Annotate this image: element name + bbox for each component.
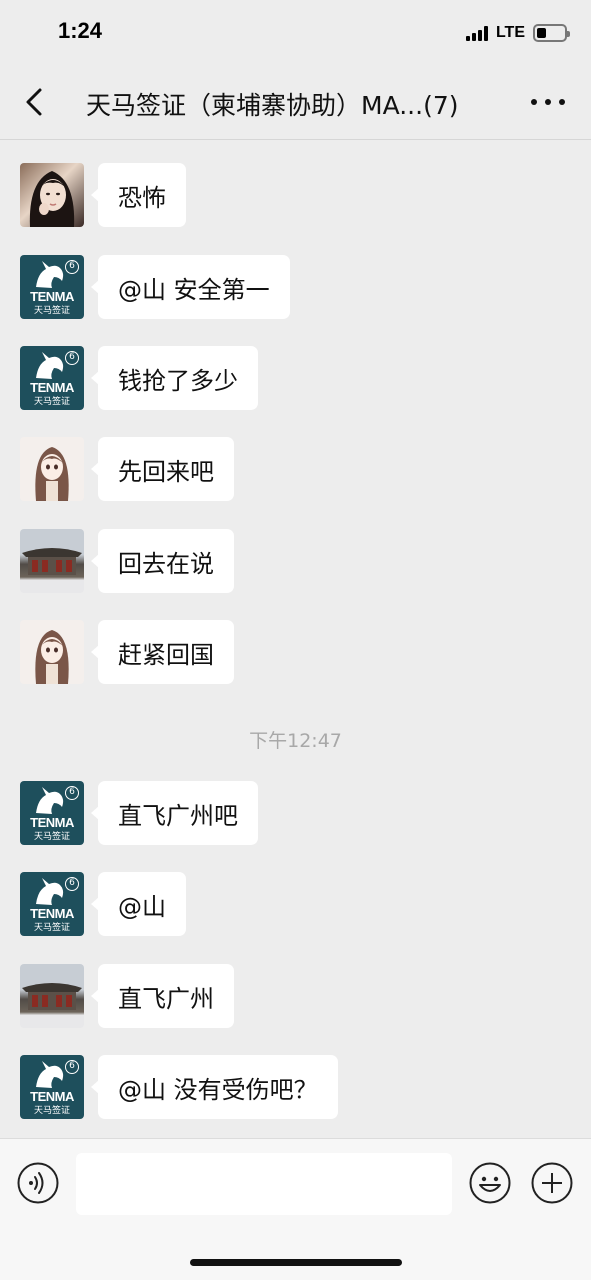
chat-message: 恐怖: [20, 163, 186, 227]
avatar[interactable]: 6 TENMA 天马签证: [20, 781, 84, 845]
avatar[interactable]: [20, 437, 84, 501]
message-bubble[interactable]: @山 安全第一: [91, 255, 290, 319]
message-timestamp: 下午12:47: [249, 730, 342, 752]
plus-icon[interactable]: [530, 1161, 574, 1205]
avatar[interactable]: [20, 529, 84, 593]
avatar[interactable]: [20, 620, 84, 684]
message-bubble[interactable]: 钱抢了多少: [91, 346, 258, 410]
avatar[interactable]: 6 TENMA 天马签证: [20, 1055, 84, 1119]
status-indicators: LTE: [465, 24, 570, 42]
message-bubble[interactable]: 回去在说: [91, 529, 234, 593]
chevron-left-icon[interactable]: [18, 82, 58, 122]
message-bubble[interactable]: 直飞广州吧: [91, 781, 258, 845]
chat-message: 6 TENMA 天马签证 @山 安全第一: [20, 255, 290, 319]
chat-message: 回去在说: [20, 529, 234, 593]
more-dots-icon[interactable]: [531, 92, 565, 112]
message-bubble[interactable]: 直飞广州: [91, 964, 234, 1028]
avatar[interactable]: 6 TENMA 天马签证: [20, 872, 84, 936]
avatar[interactable]: 6 TENMA 天马签证: [20, 255, 84, 319]
message-bubble[interactable]: 恐怖: [91, 163, 186, 227]
chat-message: 6 TENMA 天马签证 @山 没有受伤吧？: [20, 1055, 338, 1119]
chat-message: 直飞广州: [20, 964, 234, 1028]
avatar[interactable]: [20, 964, 84, 1028]
battery-icon: [533, 24, 570, 42]
chat-message: 6 TENMA 天马签证 @山: [20, 872, 186, 936]
avatar[interactable]: [20, 163, 84, 227]
avatar[interactable]: 6 TENMA 天马签证: [20, 346, 84, 410]
chat-title: 天马签证（柬埔寨协助）MA...(7): [86, 91, 459, 120]
message-bubble[interactable]: 先回来吧: [91, 437, 234, 501]
chat-header: 天马签证（柬埔寨协助）MA...(7): [0, 64, 591, 140]
status-bar: 1:24 LTE: [0, 0, 591, 64]
message-input[interactable]: [76, 1153, 452, 1215]
status-time: 1:24: [58, 18, 103, 43]
voice-icon[interactable]: [16, 1161, 60, 1205]
network-type: LTE: [495, 24, 525, 41]
signal-icon: [465, 25, 488, 41]
chat-message: 6 TENMA 天马签证 钱抢了多少: [20, 346, 258, 410]
chat-message: 6 TENMA 天马签证 直飞广州吧: [20, 781, 258, 845]
chat-message: 先回来吧: [20, 437, 234, 501]
emoji-icon[interactable]: [468, 1161, 512, 1205]
message-bubble[interactable]: 赶紧回国: [91, 620, 234, 684]
home-indicator: [190, 1259, 402, 1266]
message-bubble[interactable]: @山: [91, 872, 186, 936]
chat-message-list[interactable]: 恐怖 6 TENMA 天马签证 @山 安全第一 6 TENMA 天马签证 钱抢了…: [0, 140, 591, 1138]
message-bubble[interactable]: @山 没有受伤吧？: [91, 1055, 338, 1119]
chat-message: 赶紧回国: [20, 620, 234, 684]
